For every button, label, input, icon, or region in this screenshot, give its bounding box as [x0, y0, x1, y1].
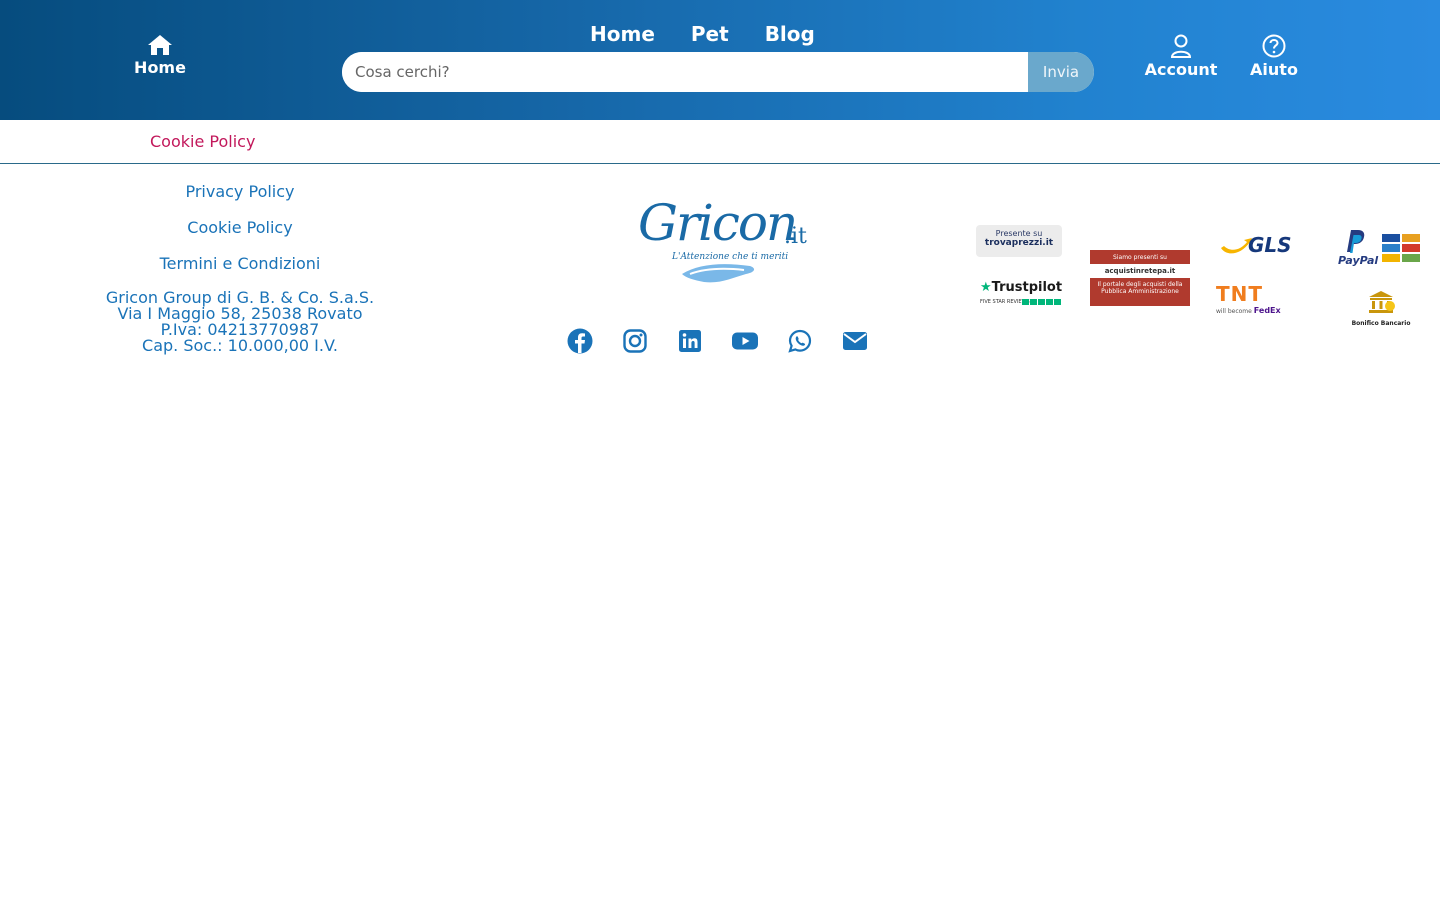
- card-icon: [1402, 234, 1420, 242]
- gls-badge: GLS: [1220, 232, 1300, 258]
- gls-label: GLS: [1248, 233, 1292, 257]
- card-logos: [1382, 234, 1420, 262]
- home-icon: [148, 35, 172, 55]
- footer-link-cookie[interactable]: Cookie Policy: [80, 218, 400, 238]
- facebook-icon[interactable]: [566, 326, 594, 356]
- star-icon: [1054, 299, 1061, 305]
- trustpilot-name: Trustpilot: [991, 280, 1063, 295]
- paypal-label: PayPal: [1338, 254, 1379, 267]
- star-icon: [1030, 299, 1037, 305]
- footer-link-terms[interactable]: Termini e Condizioni: [80, 254, 400, 274]
- trustpilot-star-icon: ★: [980, 280, 992, 295]
- gricon-logo[interactable]: Gricon .it L'Attenzione che ti meriti: [632, 194, 810, 294]
- trustpilot-badge[interactable]: ★Trustpilot FIVE STAR REVIEWS: [980, 278, 1062, 308]
- social-links: [566, 326, 869, 356]
- logo-word: Gricon: [638, 194, 798, 252]
- breadcrumb-current: Cookie Policy: [150, 132, 256, 151]
- footer-link-privacy[interactable]: Privacy Policy: [80, 182, 400, 202]
- top-nav: Home Pet Blog: [590, 22, 815, 46]
- help-icon: [1262, 34, 1286, 58]
- whatsapp-icon[interactable]: [786, 326, 814, 356]
- trovaprezzi-badge[interactable]: Presente su trovaprezzi.it: [976, 225, 1062, 257]
- card-icon: [1382, 254, 1400, 262]
- top-link-pet[interactable]: Pet: [691, 22, 729, 46]
- tnt-badge: TNT will become FedEx: [1216, 282, 1288, 326]
- nav-home-button[interactable]: Home: [118, 34, 202, 77]
- trovaprezzi-name: trovaprezzi.it: [984, 238, 1054, 248]
- acquisti-name: acquistinretepa.it: [1090, 264, 1190, 278]
- account-label: Account: [1144, 60, 1218, 79]
- top-link-home[interactable]: Home: [590, 22, 655, 46]
- search-input[interactable]: [342, 52, 1028, 92]
- linkedin-icon[interactable]: [676, 326, 704, 356]
- user-icon: [1170, 34, 1192, 58]
- bank-icon: [1369, 291, 1395, 313]
- logo-hand-icon: [682, 264, 755, 283]
- top-link-blog[interactable]: Blog: [765, 22, 815, 46]
- paypal-badge: PayPal: [1338, 228, 1422, 268]
- card-icon: [1382, 234, 1400, 242]
- tnt-will-become: will become: [1216, 308, 1252, 315]
- trustpilot-label: ★Trustpilot: [980, 280, 1062, 295]
- youtube-icon[interactable]: [731, 326, 759, 356]
- card-icon: [1402, 244, 1420, 252]
- acquisti-bottom: Il portale degli acquisti della Pubblica…: [1097, 281, 1183, 295]
- card-icon: [1382, 244, 1400, 252]
- email-icon[interactable]: [841, 326, 869, 356]
- fedex-label: FedEx: [1253, 306, 1281, 315]
- company-info: Gricon Group di G. B. & Co. S.a.S. Via I…: [80, 290, 400, 354]
- help-label: Aiuto: [1250, 60, 1298, 79]
- nav-home-label: Home: [134, 58, 186, 77]
- tnt-sub: will become FedEx: [1216, 306, 1288, 315]
- paypal-icon: [1347, 230, 1365, 253]
- acquistinretepa-badge[interactable]: Siamo presenti su acquistinretepa.it Il …: [1090, 250, 1190, 306]
- company-capital: Cap. Soc.: 10.000,00 I.V.: [142, 336, 338, 355]
- trovaprezzi-top: Presente su: [995, 229, 1043, 238]
- star-icon: [1022, 299, 1029, 305]
- instagram-icon[interactable]: [621, 326, 649, 356]
- tnt-label: TNT: [1216, 282, 1264, 306]
- acquisti-top: Siamo presenti su: [1113, 254, 1167, 261]
- help-button[interactable]: Aiuto: [1245, 34, 1303, 79]
- site-header: Home Home Pet Blog Invia Account Aiuto: [0, 0, 1440, 120]
- logo-suffix: .it: [784, 224, 807, 249]
- search-submit-button[interactable]: Invia: [1028, 52, 1094, 92]
- bonifico-label: Bonifico Bancario: [1351, 320, 1411, 327]
- star-icon: [1038, 299, 1045, 305]
- footer-links: Privacy Policy Cookie Policy Termini e C…: [80, 182, 400, 354]
- bonifico-badge: Bonifico Bancario: [1350, 290, 1412, 328]
- trustpilot-stars: [1022, 299, 1061, 305]
- star-icon: [1046, 299, 1053, 305]
- search-bar: Invia: [342, 52, 1094, 92]
- breadcrumb: Cookie Policy: [0, 120, 1440, 164]
- card-icon: [1402, 254, 1420, 262]
- account-button[interactable]: Account: [1140, 34, 1222, 79]
